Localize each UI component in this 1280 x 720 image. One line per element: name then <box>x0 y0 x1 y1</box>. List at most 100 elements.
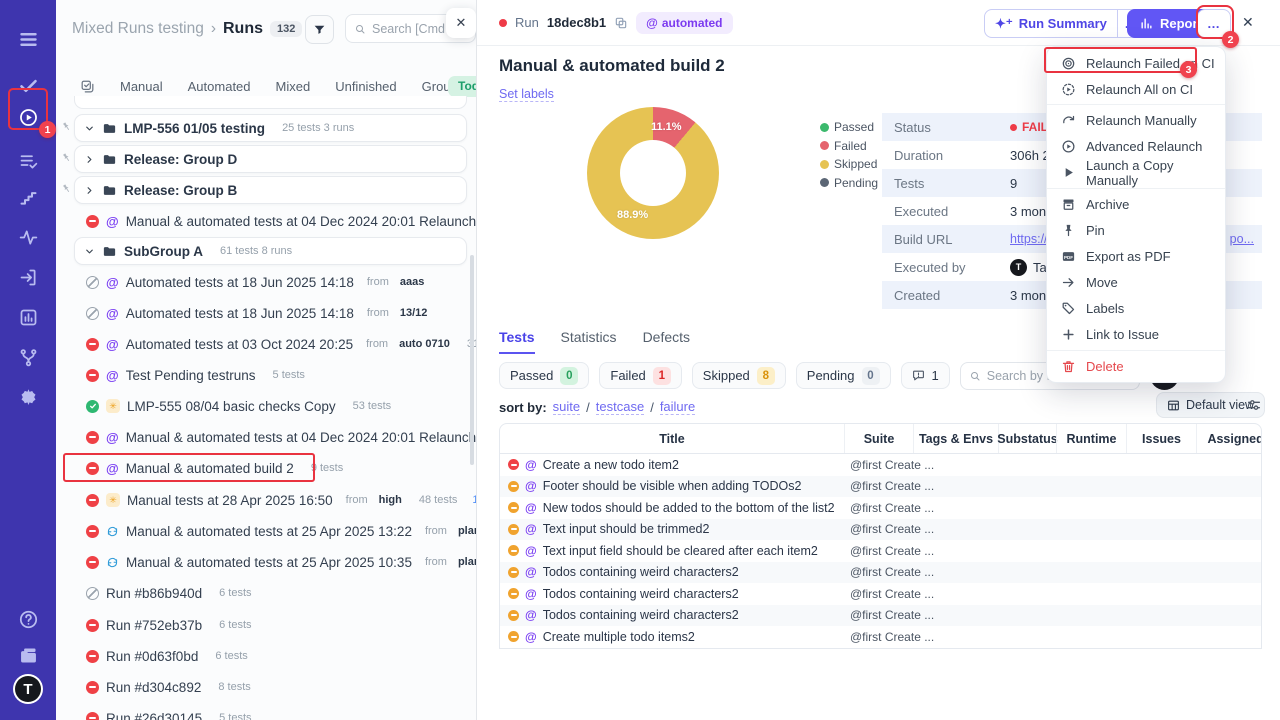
skiped-status-icon <box>508 524 519 535</box>
sidebar-item-branches[interactable] <box>0 340 56 374</box>
table-row[interactable]: @Create multiple todo items2@first Creat… <box>500 626 1261 648</box>
column-header-title[interactable]: Title <box>500 424 844 453</box>
run-row[interactable]: Run #26d301455 tests <box>56 704 477 720</box>
menu-item-link-to-issue[interactable]: Link to Issue <box>1047 322 1225 348</box>
column-settings-icon[interactable] <box>1246 397 1262 413</box>
left-scrollbar-thumb[interactable] <box>470 255 474 465</box>
menu-item-export-as-pdf[interactable]: PDFExport as PDF <box>1047 243 1225 269</box>
table-row[interactable]: @Todos containing weird characters2@firs… <box>500 605 1261 627</box>
table-row[interactable]: @Create a new todo item2@first Create ..… <box>500 454 1261 476</box>
sort-link-testcase[interactable]: testcase <box>596 399 644 415</box>
run-row[interactable]: Run #0d63f0bd6 tests <box>56 642 477 670</box>
panel-close-button[interactable]: ✕ <box>446 8 476 38</box>
menu-item-labels[interactable]: Labels <box>1047 296 1225 322</box>
column-header-issues[interactable]: Issues <box>1126 424 1196 453</box>
menu-item-launch-a-copy-manually[interactable]: Launch a Copy Manually <box>1047 160 1225 186</box>
chip-skipped[interactable]: Skipped8 <box>692 362 786 389</box>
table-row[interactable]: @Footer should be visible when adding TO… <box>500 476 1261 498</box>
sidebar-item-test-plans[interactable] <box>0 144 56 178</box>
sidebar-avatar[interactable]: T <box>13 674 43 704</box>
copy-icon[interactable] <box>614 16 628 30</box>
run-row[interactable]: Run #752eb37b6 tests <box>56 611 477 639</box>
test-suite-cell: @first Create ... <box>844 630 994 644</box>
sidebar-item-pulse[interactable] <box>0 220 56 254</box>
run-row[interactable]: @Automated tests at 03 Oct 2024 20:25fro… <box>56 330 477 358</box>
folder-card[interactable]: Release: Group D <box>74 145 467 173</box>
comments-chip[interactable]: 1 <box>901 362 950 389</box>
automated-icon: @ <box>646 16 658 30</box>
sort-link-suite[interactable]: suite <box>553 399 580 415</box>
breadcrumb-project[interactable]: Mixed Runs testing <box>72 20 204 38</box>
sidebar-item-menu[interactable] <box>0 22 56 56</box>
automated-badge[interactable]: @automated <box>636 12 732 34</box>
menu-item-relaunch-manually[interactable]: Relaunch Manually <box>1047 107 1225 133</box>
tab-mixed[interactable]: Mixed <box>276 79 311 94</box>
menu-item-delete[interactable]: Delete <box>1047 353 1225 379</box>
folder-row[interactable]: SubGroup A61 tests 8 runs <box>56 237 477 265</box>
folder-row[interactable]: LMP-556 01/05 testing25 tests 3 runs <box>56 114 477 142</box>
run-row[interactable]: ✳LMP-555 08/04 basic checks Copy53 tests <box>56 392 477 420</box>
sidebar-item-settings[interactable] <box>0 380 56 414</box>
column-header-substatus[interactable]: Substatus <box>998 424 1056 453</box>
menu-item-advanced-relaunch[interactable]: Advanced Relaunch <box>1047 134 1225 160</box>
build-url-link-end[interactable]: po... <box>1230 232 1262 246</box>
table-row[interactable]: @Text input field should be cleared afte… <box>500 540 1261 562</box>
run-row[interactable]: Run #d304c8928 tests <box>56 673 477 701</box>
run-actions-menu: Relaunch Failed on CIRelaunch All on CI R… <box>1046 46 1226 383</box>
run-row[interactable]: ✳Manual tests at 28 Apr 2025 16:50fromhi… <box>56 486 477 514</box>
table-row[interactable]: @New todos should be added to the bottom… <box>500 497 1261 519</box>
column-header-suite[interactable]: Suite <box>844 424 913 453</box>
tab-manual[interactable]: Manual <box>120 79 163 94</box>
folder-card[interactable]: LMP-556 01/05 testing25 tests 3 runs <box>74 114 467 142</box>
run-row[interactable]: Manual & automated tests at 25 Apr 2025 … <box>56 517 477 545</box>
chip-passed[interactable]: Passed0 <box>499 362 589 389</box>
run-row[interactable]: Run #b86b940d6 tests <box>56 579 477 607</box>
tab-statistics[interactable]: Statistics <box>561 329 617 354</box>
sidebar-item-projects[interactable] <box>0 638 56 672</box>
column-header-runtime[interactable]: Runtime <box>1056 424 1126 453</box>
chip-failed[interactable]: Failed1 <box>599 362 681 389</box>
table-row[interactable]: @Todos containing weird characters2@firs… <box>500 562 1261 584</box>
tab-unfinished[interactable]: Unfinished <box>335 79 396 94</box>
set-labels-link[interactable]: Set labels <box>499 87 554 102</box>
filter-button[interactable] <box>305 15 334 44</box>
run-row[interactable]: @Test Pending testruns5 tests <box>56 361 477 389</box>
sidebar-item-checks[interactable] <box>0 68 56 102</box>
runs-filter-tabs: ManualAutomatedMixedUnfinishedGroups <box>56 74 476 98</box>
run-row[interactable]: @Automated tests at 18 Jun 2025 14:18fro… <box>56 268 477 296</box>
sidebar-item-analytics[interactable] <box>0 300 56 334</box>
chip-pending[interactable]: Pending0 <box>796 362 891 389</box>
run-row[interactable]: @Automated tests at 18 Jun 2025 14:18fro… <box>56 299 477 327</box>
folder-row[interactable]: Release: Group B <box>56 176 477 204</box>
run-row[interactable]: @Manual & automated build 29 tests <box>56 454 477 482</box>
tab-defects[interactable]: Defects <box>643 329 690 354</box>
sidebar-item-help[interactable] <box>0 602 56 636</box>
failed-status-icon <box>86 525 99 538</box>
tab-tests[interactable]: Tests <box>499 329 535 354</box>
menu-item-relaunch-failed-on-ci[interactable]: Relaunch Failed on CI <box>1047 50 1225 76</box>
sidebar-item-import[interactable] <box>0 260 56 294</box>
build-url-link[interactable]: https:// <box>1010 232 1048 246</box>
sort-link-failure[interactable]: failure <box>660 399 695 415</box>
folder-card[interactable]: SubGroup A61 tests 8 runs <box>74 237 467 265</box>
table-row[interactable]: @Todos containing weird characters2@firs… <box>500 583 1261 605</box>
menu-item-relaunch-all-on-ci[interactable]: Relaunch All on CI <box>1047 76 1225 102</box>
column-header-assigned-to[interactable]: Assigned To <box>1196 424 1262 453</box>
tab-todo[interactable]: Todo <box>448 76 477 97</box>
menu-item-archive[interactable]: Archive <box>1047 191 1225 217</box>
run-row[interactable]: @Manual & automated tests at 04 Dec 2024… <box>56 207 477 235</box>
table-row[interactable]: @Text input should be trimmed2@first Cre… <box>500 519 1261 541</box>
folder-card[interactable]: Release: Group B <box>74 176 467 204</box>
run-row[interactable]: Manual & automated tests at 25 Apr 2025 … <box>56 548 477 576</box>
sidebar-item-milestones[interactable] <box>0 180 56 214</box>
column-header-tags-envs[interactable]: Tags & Envs <box>913 424 998 453</box>
run-summary-button[interactable]: ✦⁺Run Summary … <box>984 9 1146 38</box>
tab-automated[interactable]: Automated <box>188 79 251 94</box>
select-all-icon[interactable] <box>80 79 95 94</box>
menu-item-pin[interactable]: Pin <box>1047 217 1225 243</box>
folder-row[interactable]: Release: Group D <box>56 145 477 173</box>
detail-close-button[interactable]: ✕ <box>1242 14 1254 31</box>
menu-item-move[interactable]: Move <box>1047 270 1225 296</box>
run-row[interactable]: @Manual & automated tests at 04 Dec 2024… <box>56 423 477 451</box>
legend-dot <box>820 178 829 187</box>
